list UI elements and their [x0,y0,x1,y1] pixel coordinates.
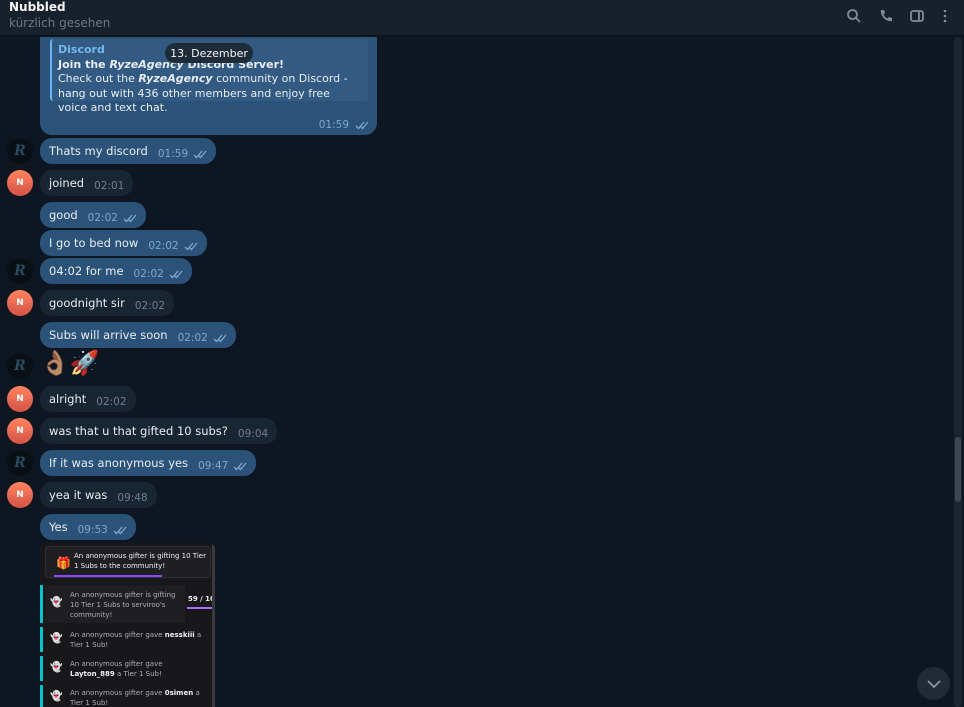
gift-row-text: An anonymous gifter is gifting 10 Tier 1… [70,591,176,619]
message-text: 04:02 for me [49,264,124,278]
gift-row-text: An anonymous gifter gave Layton_889 a Ti… [70,660,163,678]
emoji-message[interactable]: 👌🏽🚀 [40,349,100,377]
outgoing-message[interactable]: I go to bed now 02:02 [40,230,207,256]
more-vertical-icon[interactable] [935,6,955,26]
gift-banner-text: An anonymous gifter is gifting 10 Tier 1… [74,552,206,570]
gift-row: 👻 An anonymous gifter gave Layton_889 a … [40,656,212,681]
read-checkmarks-icon [355,121,369,130]
scrollbar-thumb[interactable] [955,437,961,502]
message-time: 09:53 [77,524,108,536]
message-text: Subs will arrive soon [49,328,168,342]
message-list[interactable]: discord.gg/ryzeagency Discord Join the R… [0,37,954,707]
outgoing-message[interactable]: If it was anonymous yes 09:47 [40,450,257,476]
ghost-icon: 👻 [50,662,63,673]
last-seen-status: kürzlich gesehen [9,16,111,30]
incoming-message[interactable]: goodnight sir 02:02 [40,290,175,316]
date-separator: 13. Dezember [165,43,253,63]
contact-avatar[interactable]: N [7,386,33,412]
gift-banner: 🎁 An anonymous gifter is gifting 10 Tier… [45,546,211,578]
message-time: 09:47 [198,460,229,472]
read-checkmarks-icon [193,150,207,158]
message-text: Yes [49,520,68,534]
contact-avatar[interactable]: N [7,482,33,508]
ghost-icon: 👻 [50,633,63,644]
agency-logo-icon: R [14,143,26,159]
message-text: good [49,208,78,222]
preview-desc-server-name: RyzeAgency [138,72,213,85]
chevron-down-icon [926,679,941,688]
gift-row: 👻 An anonymous gifter is gifting 10 Tier… [40,585,212,623]
message-text: alright [49,392,87,406]
gift-count-bar [187,607,212,609]
preview-description: Check out the RyzeAgency community on Di… [58,72,362,116]
gift-count: 59 / 10 [188,595,215,603]
contact-avatar[interactable]: N [7,418,33,444]
message-time: 02:02 [87,212,118,224]
message-time: 09:04 [237,428,269,440]
contact-avatar[interactable]: N [7,290,33,316]
read-checkmarks-icon [184,242,198,250]
outgoing-message[interactable]: Subs will arrive soon 02:02 [40,322,236,348]
contact-name[interactable]: Nubbled [9,0,66,14]
message-time: 09:48 [117,492,148,504]
gift-icon: 🎁 [56,556,71,570]
message-time: 02:02 [177,332,208,344]
read-checkmarks-icon [213,334,227,342]
chat-scrollbar[interactable] [954,37,962,707]
message-text: joined [49,176,85,190]
preview-title-text: Join the [58,57,110,71]
outgoing-message[interactable]: 04:02 for me 02:02 [40,258,192,284]
message-text: yea it was [49,488,108,502]
scroll-to-bottom-button[interactable] [917,667,950,700]
read-checkmarks-icon [169,270,183,278]
self-avatar[interactable]: R [7,450,33,476]
read-checkmarks-icon [123,214,137,222]
message-text: was that u that gifted 10 subs? [49,424,228,438]
ghost-icon: 👻 [50,597,63,608]
phone-icon[interactable] [876,6,896,26]
message-text: I go to bed now [49,236,139,250]
gift-row: 👻 An anonymous gifter gave nesskiii a Ti… [40,627,212,652]
outgoing-message[interactable]: Yes 09:53 [40,514,136,540]
telegram-chat-window: Nubbled kürzlich gesehen discord.gg/ryze… [0,0,964,707]
outgoing-message[interactable]: good 02:02 [40,202,146,228]
gift-progress-bar [54,575,162,577]
message-text: Thats my discord [49,144,148,158]
message-time: 02:02 [134,300,166,312]
self-avatar[interactable]: R [7,258,33,284]
message-time: 02:02 [148,240,179,252]
message-time: 02:02 [96,396,127,408]
read-checkmarks-icon [233,462,247,470]
agency-logo-icon: R [14,455,26,471]
ghost-icon: 👻 [50,691,63,702]
incoming-message[interactable]: joined 02:01 [40,170,134,196]
agency-logo-icon: R [14,358,26,374]
message-time: 02:02 [133,268,164,280]
read-checkmarks-icon [113,526,127,534]
message-text: goodnight sir [49,296,125,310]
self-avatar[interactable]: R [7,138,33,164]
incoming-message[interactable]: was that u that gifted 10 subs? 09:04 [40,418,278,444]
message-text: If it was anonymous yes [49,456,189,470]
agency-logo-icon: R [14,263,26,279]
screenshot-scrollbar [212,543,215,707]
message-time: 01:59 [318,119,349,131]
sidebar-toggle-icon[interactable] [907,6,927,26]
incoming-message[interactable]: alright 02:02 [40,386,136,412]
gift-row-text: An anonymous gifter gave 0simen a Tier 1… [70,689,200,707]
chat-header: Nubbled kürzlich gesehen [0,0,964,36]
gift-row-text: An anonymous gifter gave nesskiii a Tier… [70,631,202,649]
message-time: 01:59 [157,148,189,160]
contact-avatar[interactable]: N [7,170,33,196]
outgoing-message[interactable]: Thats my discord 01:59 [40,138,217,164]
preview-desc-text: Check out the [58,72,139,85]
incoming-message[interactable]: yea it was 09:48 [40,482,157,508]
search-icon[interactable] [844,6,864,26]
self-avatar[interactable]: R [7,353,33,379]
message-time: 02:01 [94,180,125,192]
twitch-gift-screenshot-image[interactable]: 🎁 An anonymous gifter is gifting 10 Tier… [40,543,215,707]
gift-row: 👻 An anonymous gifter gave 0simen a Tier… [40,685,212,707]
